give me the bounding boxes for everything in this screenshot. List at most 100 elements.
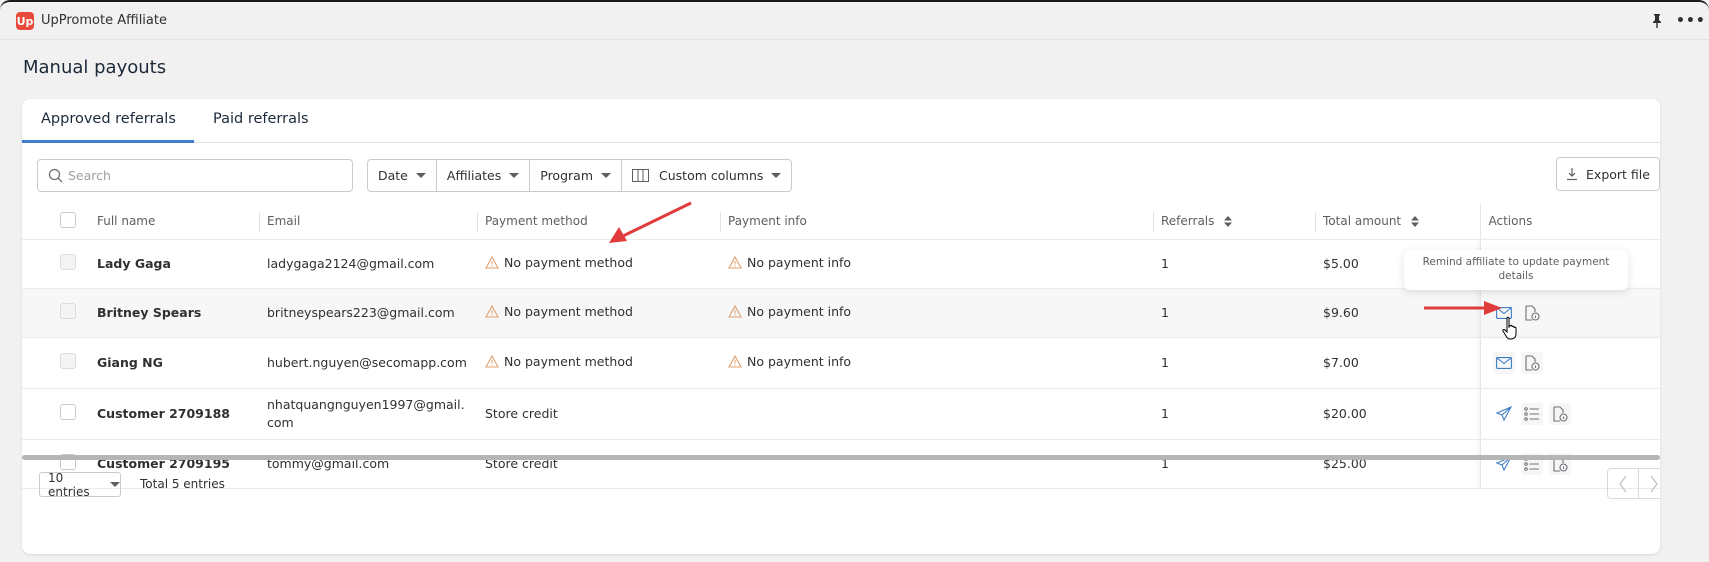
referrals-table: Full name Email Payment method Payment i… — [22, 204, 1660, 489]
page-size-label: 10 entries — [48, 470, 90, 499]
table-header-row: Full name Email Payment method Payment i… — [22, 204, 1660, 240]
program-filter-button[interactable]: Program — [530, 160, 622, 191]
caret-down-icon — [110, 482, 120, 487]
affiliates-filter-button[interactable]: Affiliates — [437, 160, 531, 191]
caret-down-icon — [509, 173, 520, 178]
payment-method-cell: No payment method — [477, 239, 720, 289]
horizontal-scrollbar[interactable] — [22, 455, 1660, 460]
col-header-payment-info: Payment info — [720, 204, 1153, 240]
tab-approved-referrals[interactable]: Approved referrals — [41, 111, 176, 127]
download-icon — [1567, 168, 1578, 181]
email-cell: hubert.nguyen@secomapp.com — [259, 337, 477, 389]
payment-method-cell: Store credit — [477, 388, 720, 440]
pin-icon[interactable] — [1650, 13, 1664, 29]
pagination — [1607, 468, 1660, 499]
col-header-full-name: Full name — [89, 204, 259, 240]
page-size-select[interactable]: 10 entries — [39, 470, 121, 499]
referrals-cell: 1 — [1153, 439, 1315, 489]
chevron-right-icon — [1650, 475, 1658, 492]
table-row: Britney Spears britneyspears223@gmail.co… — [22, 288, 1660, 338]
table-row: Giang NG hubert.nguyen@secomapp.com No p… — [22, 337, 1660, 389]
tab-bar: Approved referrals Paid referrals — [22, 99, 1660, 143]
total-entries-text: Total 5 entries — [140, 477, 225, 491]
caret-down-icon — [601, 173, 611, 178]
payment-info-cell: No payment info — [720, 337, 1153, 389]
export-file-label: Export file — [1586, 166, 1650, 182]
list-icon — [1523, 406, 1539, 421]
total-amount-cell: $25.00 — [1315, 439, 1480, 489]
payment-info-cell — [720, 439, 1153, 489]
caret-down-icon — [415, 173, 426, 178]
col-header-total-amount[interactable]: Total amount — [1315, 204, 1480, 240]
document-info-icon — [1524, 354, 1540, 371]
page-title: Manual payouts — [23, 57, 167, 78]
search-input[interactable] — [68, 168, 338, 183]
more-horizontal-icon[interactable]: ••• — [1676, 13, 1706, 29]
warning-icon — [728, 355, 742, 368]
full-name-cell: Giang NG — [89, 337, 259, 389]
previous-page-button[interactable] — [1608, 469, 1639, 498]
table-row: Customer 2709195 tommy@gmail.com Store c… — [22, 439, 1660, 489]
warning-icon — [728, 256, 742, 269]
col-header-actions: Actions — [1479, 204, 1660, 240]
email-cell: britneyspears223@gmail.com — [259, 288, 477, 338]
paper-plane-icon — [1495, 406, 1512, 421]
select-all-cell — [22, 204, 89, 240]
email-cell: tommy@gmail.com — [259, 439, 477, 489]
full-name-cell: Lady Gaga — [89, 239, 259, 289]
sort-icon[interactable] — [1224, 216, 1233, 228]
date-filter-label: Date — [378, 168, 408, 183]
date-filter-button[interactable]: Date — [368, 160, 437, 191]
table-row: Customer 2709188 nhatquangnguyen1997@gma… — [22, 388, 1660, 440]
filter-group: Date Affiliates Program Custom columns — [367, 159, 793, 192]
row-checkbox[interactable] — [60, 254, 76, 270]
next-page-button[interactable] — [1639, 469, 1660, 498]
warning-icon — [485, 305, 499, 318]
full-name-cell: Britney Spears — [89, 288, 259, 338]
email-cell: nhatquangnguyen1997@gmail.com — [259, 388, 477, 440]
search-icon — [48, 168, 63, 183]
warning-icon — [485, 256, 499, 269]
actions-cell — [1479, 337, 1660, 389]
referrals-cell: 1 — [1153, 388, 1315, 440]
payment-info-doc-button[interactable] — [1521, 302, 1543, 324]
custom-columns-button[interactable]: Custom columns — [622, 160, 791, 191]
email-cell: ladygaga2124@gmail.com — [259, 239, 477, 289]
warning-icon — [728, 305, 742, 318]
row-checkbox[interactable] — [60, 404, 76, 420]
full-name-cell: Customer 2709188 — [89, 388, 259, 440]
col-header-referrals[interactable]: Referrals — [1153, 204, 1315, 240]
row-checkbox[interactable] — [60, 353, 76, 369]
columns-icon — [632, 169, 649, 182]
row-checkbox[interactable] — [60, 303, 76, 319]
payment-info-doc-button[interactable] — [1520, 351, 1543, 374]
send-payment-button[interactable] — [1493, 403, 1515, 425]
col-header-email: Email — [259, 204, 477, 240]
search-field[interactable] — [37, 159, 353, 192]
referrals-cell: 1 — [1153, 288, 1315, 338]
details-list-button[interactable] — [1520, 402, 1543, 425]
actions-cell — [1479, 388, 1660, 440]
export-file-button[interactable]: Export file — [1556, 157, 1660, 191]
referrals-cell: 1 — [1153, 239, 1315, 289]
custom-columns-label: Custom columns — [659, 168, 764, 183]
hand-cursor-icon — [1502, 316, 1517, 340]
chevron-left-icon — [1619, 475, 1627, 492]
sort-icon[interactable] — [1410, 216, 1419, 228]
payment-method-cell: No payment method — [477, 337, 720, 389]
payment-info-doc-button[interactable] — [1548, 402, 1571, 425]
payment-method-cell: No payment method — [477, 288, 720, 338]
payment-info-cell — [720, 388, 1153, 440]
annotation-arrow-payment-method — [609, 201, 692, 243]
select-all-checkbox[interactable] — [60, 211, 76, 228]
referrals-cell: 1 — [1153, 337, 1315, 389]
total-amount-cell: $7.00 — [1315, 337, 1480, 389]
app-title-bar: Up UpPromote Affiliate ••• — [0, 0, 1709, 40]
tooltip: Remind affiliate to update payment detai… — [1404, 250, 1628, 290]
document-info-icon — [1524, 304, 1540, 321]
tab-paid-referrals[interactable]: Paid referrals — [213, 111, 309, 127]
affiliates-filter-label: Affiliates — [446, 168, 502, 183]
payment-info-cell: No payment info — [720, 288, 1153, 338]
document-info-icon — [1552, 405, 1568, 422]
remind-email-button[interactable] — [1492, 351, 1515, 374]
